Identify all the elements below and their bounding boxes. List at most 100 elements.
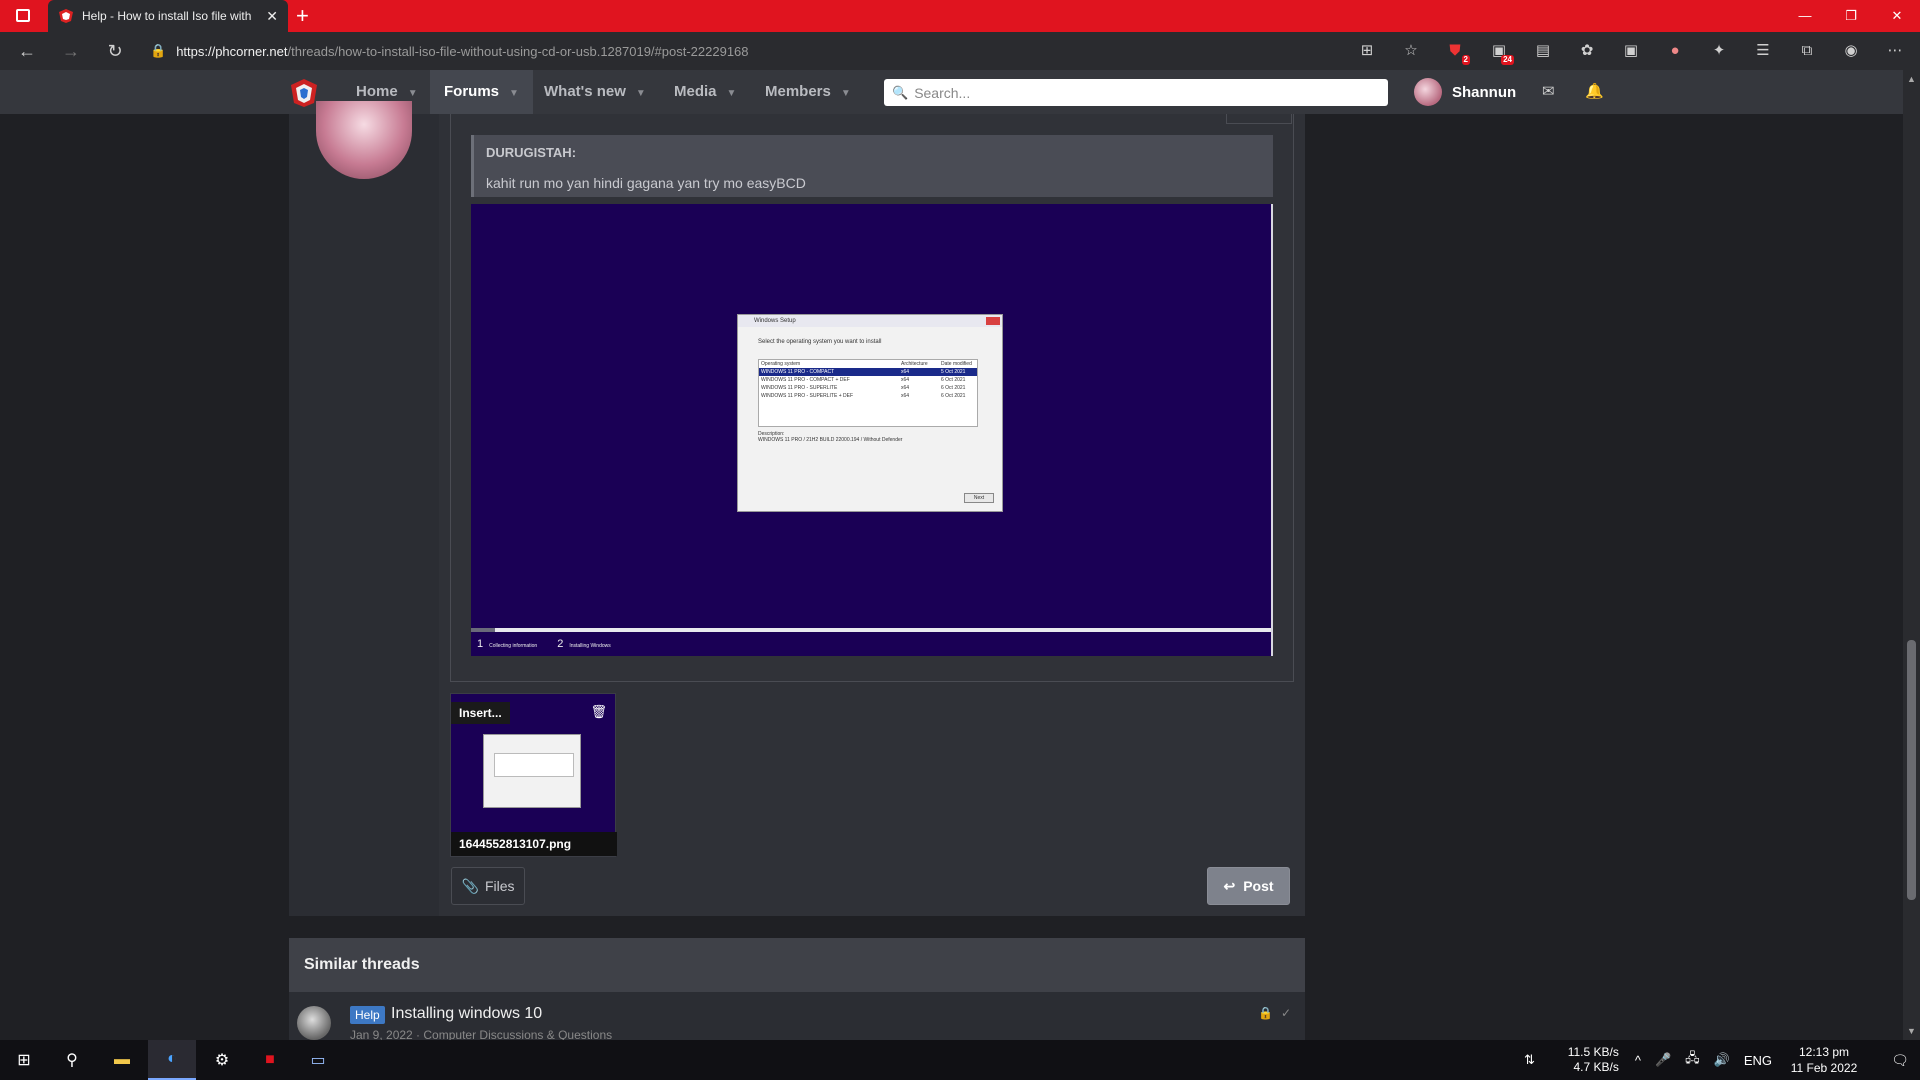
attachment-filename: 1644552813107.png xyxy=(451,832,617,856)
nav-forums[interactable]: Forums ▼ xyxy=(430,70,533,114)
clock[interactable]: 12:13 pm 11 Feb 2022 xyxy=(1786,1044,1862,1076)
column-header: Operating system xyxy=(761,361,801,367)
description-text: WINDOWS 11 PRO / 21H2 BUILD 22000.194 / … xyxy=(758,437,903,443)
lock-icon[interactable]: 🔒 xyxy=(150,43,166,59)
app-available-icon[interactable]: ⊞ xyxy=(1356,40,1378,62)
os-date: 6 Oct 2021 xyxy=(941,393,966,399)
toolbar-icons: ⊞ ☆ ⛊ 2 ▣ 24 ▤ ✿ ▣ ● ✦ ☰ ⧉ ◉ ⋯ xyxy=(1356,40,1906,65)
close-window-button[interactable]: ✕ xyxy=(1874,0,1920,32)
page-scrollbar[interactable]: ▲ ▼ xyxy=(1903,70,1920,1040)
restore-button[interactable]: ❐ xyxy=(1828,0,1874,32)
nav-media[interactable]: Media ▼ xyxy=(660,70,750,114)
extension-24-badge: 24 xyxy=(1501,55,1514,65)
close-tab-icon[interactable]: ✕ xyxy=(266,8,278,25)
username[interactable]: Shannun xyxy=(1452,84,1516,101)
edge-browser-icon[interactable]: ◐ xyxy=(148,1040,196,1080)
ublock-badge: 2 xyxy=(1461,55,1470,65)
forward-arrow-icon[interactable]: → xyxy=(60,40,82,62)
scroll-down-icon[interactable]: ▼ xyxy=(1907,1026,1916,1036)
nav-media-label: Media xyxy=(674,83,717,100)
minimize-button[interactable]: — xyxy=(1782,0,1828,32)
language-indicator[interactable]: ENG xyxy=(1744,1053,1772,1068)
insert-attachment-button[interactable]: Insert... xyxy=(451,702,510,724)
profile-avatar-icon[interactable]: ◉ xyxy=(1840,40,1862,62)
settings-gear-icon[interactable]: ⚙ xyxy=(198,1040,246,1080)
setup-progress-bar xyxy=(471,628,1271,632)
notification-center-icon[interactable]: 🗨 xyxy=(1880,1052,1920,1069)
browser-tab-active[interactable]: Help - How to install Iso file with ✕ xyxy=(48,0,288,32)
os-date: 6 Oct 2021 xyxy=(941,385,966,391)
microphone-icon[interactable]: 🎤 xyxy=(1655,1052,1671,1068)
taskbar-app-icon[interactable]: ▭ xyxy=(294,1040,342,1080)
scroll-up-icon[interactable]: ▲ xyxy=(1907,74,1916,84)
similar-thread-row[interactable]: Help Installing windows 10 Jan 9, 2022 ·… xyxy=(289,992,1305,1042)
thread-prefix-badge[interactable]: Help xyxy=(350,1006,385,1024)
reply-arrow-icon: ↩ xyxy=(1223,877,1236,894)
volume-icon[interactable]: 🔊 xyxy=(1714,1052,1730,1068)
extension-flower-icon[interactable]: ✿ xyxy=(1576,40,1598,62)
thread-title-link[interactable]: Installing windows 10 xyxy=(391,1005,542,1023)
os-arch: x64 xyxy=(901,369,910,375)
nav-members[interactable]: Members ▼ xyxy=(751,70,865,114)
back-arrow-icon[interactable]: ← xyxy=(16,40,38,62)
os-list-row: WINDOWS 11 PRO - SUPERLITE x64 6 Oct 202… xyxy=(759,384,977,392)
chevron-down-icon[interactable]: ▼ xyxy=(509,88,519,99)
setup-instruction: Select the operating system you want to … xyxy=(758,339,882,345)
chevron-down-icon[interactable]: ▼ xyxy=(841,88,851,99)
nav-home-label: Home xyxy=(356,83,398,100)
new-tab-button[interactable]: + xyxy=(296,3,309,29)
chevron-down-icon[interactable]: ▼ xyxy=(636,88,646,99)
collections-icon[interactable]: ⧉ xyxy=(1796,40,1818,62)
address-bar[interactable]: 🔒 https://phcorner.net/threads/how-to-in… xyxy=(150,37,1420,65)
extension-ghost-icon[interactable]: ● xyxy=(1664,40,1686,62)
attachment-card[interactable]: Insert... 🗑 1644552813107.png xyxy=(450,693,617,857)
user-menu[interactable]: Shannun xyxy=(1414,78,1516,106)
add-favorite-icon[interactable]: ☆ xyxy=(1400,40,1422,62)
alerts-bell-icon[interactable]: 🔔 xyxy=(1585,82,1604,100)
file-explorer-icon[interactable]: ▬ xyxy=(98,1040,146,1080)
user-avatar[interactable] xyxy=(1414,78,1442,106)
vivaldi-icon[interactable]: ■ xyxy=(246,1040,294,1080)
close-icon xyxy=(986,317,1000,325)
network-icon[interactable]: 🖧 xyxy=(1685,1049,1700,1071)
inbox-envelope-icon[interactable]: ✉ xyxy=(1542,82,1555,100)
search-box[interactable]: 🔍 xyxy=(884,79,1388,106)
thread-status-icons: 🔒 ✓ xyxy=(1258,1006,1291,1020)
nav-whats-new[interactable]: What's new ▼ xyxy=(530,70,660,114)
os-arch: x64 xyxy=(901,385,910,391)
show-hidden-icons-chevron-icon[interactable]: ^ xyxy=(1635,1053,1641,1068)
windows-setup-dialog: Windows Setup Select the operating syste… xyxy=(737,314,1003,512)
os-arch: x64 xyxy=(901,377,910,383)
scrollbar-thumb[interactable] xyxy=(1907,640,1916,900)
os-date: 6 Oct 2021 xyxy=(941,377,966,383)
clock-time: 12:13 pm xyxy=(1798,1045,1850,1059)
post-reply-button[interactable]: ↩ Post xyxy=(1207,867,1290,905)
os-date: 5 Oct 2021 xyxy=(941,369,966,375)
search-input[interactable] xyxy=(914,84,1375,101)
thread-author-avatar[interactable] xyxy=(297,1006,331,1040)
quote-author[interactable]: DURUGISTAH: xyxy=(486,145,576,160)
extension-screen-icon[interactable]: ▣ xyxy=(1620,40,1642,62)
more-menu-icon[interactable]: ⋯ xyxy=(1884,40,1906,62)
refresh-icon[interactable]: ↻ xyxy=(104,40,126,62)
browser-tab-bar: Help - How to install Iso file with ✕ + … xyxy=(0,0,1920,32)
trash-icon[interactable]: 🗑 xyxy=(590,704,607,720)
chevron-down-icon[interactable]: ▼ xyxy=(408,88,418,99)
os-list-header: Operating system Architecture Date modif… xyxy=(759,360,977,368)
os-list: Operating system Architecture Date modif… xyxy=(758,359,978,427)
ublock-extension-icon[interactable]: ⛊ 2 xyxy=(1444,40,1470,65)
favorites-icon[interactable]: ☰ xyxy=(1752,40,1774,62)
extension-window-icon[interactable]: ▤ xyxy=(1532,40,1554,62)
user-column xyxy=(289,114,439,916)
windows-start-icon[interactable]: ⊞ xyxy=(0,1040,48,1080)
network-speed: 11.5 KB/s 4.7 KB/s xyxy=(1549,1045,1619,1075)
extension-24-icon[interactable]: ▣ 24 xyxy=(1488,40,1514,65)
tab-actions-icon[interactable] xyxy=(16,9,30,22)
similar-threads-title: Similar threads xyxy=(304,956,420,973)
search-icon[interactable]: ⚲ xyxy=(48,1040,96,1080)
attach-files-button[interactable]: 📎 Files xyxy=(451,867,525,905)
extensions-puzzle-icon[interactable]: ✦ xyxy=(1708,40,1730,62)
nav-whats-new-label: What's new xyxy=(544,83,626,100)
setup-title-text: Windows Setup xyxy=(754,318,796,324)
chevron-down-icon[interactable]: ▼ xyxy=(727,88,737,99)
